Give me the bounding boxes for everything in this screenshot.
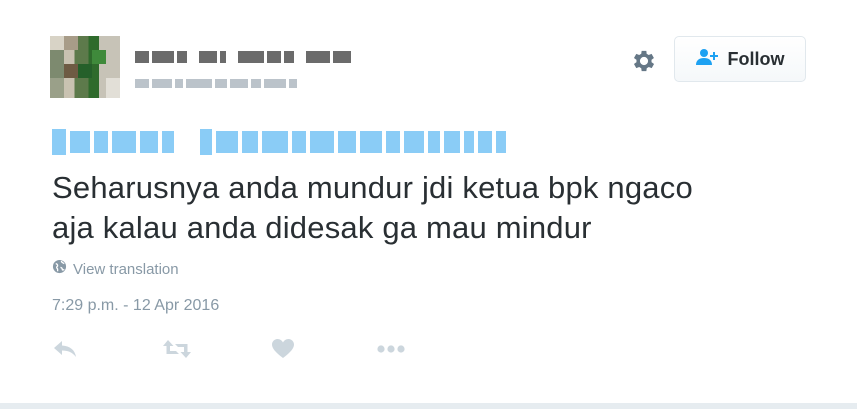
tweet-text-line: aja kalau anda didesak ga mau mindur — [52, 210, 592, 245]
view-translation-link[interactable]: View translation — [52, 259, 179, 279]
follow-label: Follow — [727, 48, 785, 69]
more-icon[interactable] — [376, 336, 406, 362]
tweet-actions — [52, 336, 412, 362]
avatar[interactable] — [50, 36, 120, 98]
mentions[interactable] — [52, 125, 532, 159]
tweet-text: Seharusnya anda mundur jdi ketua bpk nga… — [52, 168, 812, 248]
add-user-icon — [695, 48, 720, 71]
retweet-icon[interactable] — [162, 336, 192, 362]
tweet-card: Follow Seharusnya anda mundur jdi ketua … — [0, 0, 857, 403]
heart-icon[interactable] — [272, 336, 294, 362]
view-translation-label: View translation — [73, 260, 179, 278]
display-name[interactable] — [135, 48, 355, 66]
gear-icon[interactable] — [630, 47, 658, 75]
globe-icon — [52, 259, 67, 279]
bottom-divider — [0, 403, 857, 409]
username[interactable] — [135, 76, 315, 90]
tweet-text-line: Seharusnya anda mundur jdi ketua bpk nga… — [52, 170, 693, 205]
follow-button[interactable]: Follow — [674, 36, 806, 82]
reply-icon[interactable] — [52, 336, 78, 362]
timestamp[interactable]: 7:29 p.m. - 12 Apr 2016 — [52, 297, 219, 315]
